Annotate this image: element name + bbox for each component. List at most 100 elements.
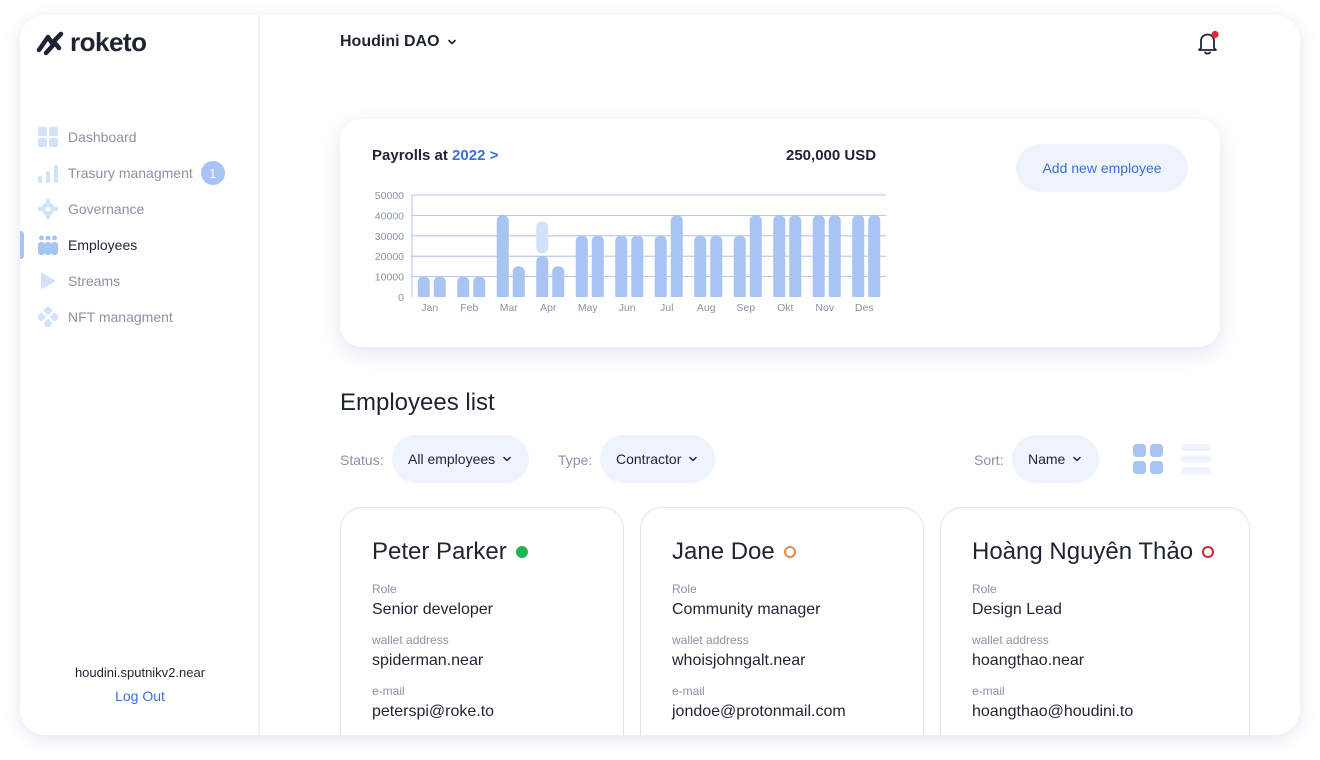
payroll-year-link[interactable]: 2022 > xyxy=(452,147,498,164)
sidebar-item-label: Employees xyxy=(68,237,138,253)
notification-bell-icon[interactable] xyxy=(1196,30,1220,56)
sidebar-item-employees[interactable]: Employees xyxy=(20,227,260,263)
people-icon xyxy=(38,235,58,255)
chart-x-tick-label: Feb xyxy=(460,302,478,314)
employee-card[interactable]: Hoàng Nguyên Thảo Role Design Lead walle… xyxy=(940,507,1250,735)
status-filter-value: All employees xyxy=(408,451,496,467)
chart-x-tick-label: May xyxy=(578,302,599,314)
bar-chart-icon xyxy=(38,163,58,183)
chart-x-tick-label: Mar xyxy=(500,302,519,314)
list-view-icon[interactable] xyxy=(1181,444,1211,474)
payroll-title-prefix: Payrolls at xyxy=(372,147,448,164)
wallet-value: spiderman.near xyxy=(372,652,484,669)
employee-card[interactable]: Jane Doe Role Community manager wallet a… xyxy=(640,507,924,735)
chart-bar xyxy=(812,215,825,301)
sidebar-item-label: Streams xyxy=(68,273,121,289)
employee-name: Hoàng Nguyên Thảo xyxy=(972,538,1194,565)
logout-link[interactable]: Log Out xyxy=(20,688,260,704)
sort-dropdown[interactable]: Name xyxy=(1012,435,1100,483)
chart-bar xyxy=(575,235,588,301)
chart-bar xyxy=(496,215,509,301)
type-filter-value: Contractor xyxy=(616,451,682,467)
chevron-down-icon xyxy=(447,39,456,45)
org-selector[interactable]: Houdini DAO xyxy=(340,33,458,51)
chart-y-tick-label: 20000 xyxy=(375,251,404,263)
chart-baseline-mask xyxy=(413,297,887,303)
main-content: Houdini DAO Payrolls at 2022 > 250,000 U… xyxy=(260,15,1300,735)
chart-bar xyxy=(552,266,565,301)
sidebar-item-governance[interactable]: Governance xyxy=(20,191,260,227)
play-icon xyxy=(38,271,58,291)
gear-icon xyxy=(38,199,58,219)
chart-x-tick-label: Nov xyxy=(815,302,834,314)
status-filter-dropdown[interactable]: All employees xyxy=(392,435,530,483)
filters-bar: Status: All employees Type: Contractor S… xyxy=(340,435,1220,483)
chart-bar xyxy=(631,235,644,301)
wallet-value: hoangthao.near xyxy=(972,652,1085,669)
payroll-title: Payrolls at 2022 > xyxy=(372,147,498,164)
sidebar-item-label: Trasury managment xyxy=(68,165,193,181)
employee-name-row: Hoàng Nguyên Thảo xyxy=(972,538,1218,566)
employee-name: Peter Parker xyxy=(372,538,507,565)
status-online-icon xyxy=(515,546,528,558)
org-name: Houdini DAO xyxy=(340,33,440,50)
email-value: jondoe@protonmail.com xyxy=(672,703,846,720)
role-value: Senior developer xyxy=(372,601,493,618)
chart-x-tick-label: Sep xyxy=(736,302,755,314)
chart-bar xyxy=(654,235,667,301)
email-value: peterspi@roke.to xyxy=(372,703,495,720)
chevron-down-icon xyxy=(689,456,698,462)
chart-bar xyxy=(828,215,841,301)
sidebar-item-label: NFT managment xyxy=(68,309,173,325)
employee-name-row: Peter Parker xyxy=(372,538,592,566)
app-window: roketo Dashboard Trasury managment 1 Gov… xyxy=(20,15,1300,735)
chart-bar xyxy=(773,215,786,301)
add-employee-button[interactable]: Add new employee xyxy=(1016,144,1188,192)
chart-bar xyxy=(591,235,604,301)
chart-x-tick-label: Des xyxy=(855,302,874,314)
employee-name: Jane Doe xyxy=(672,538,775,565)
status-filter-label: Status: xyxy=(340,452,384,468)
email-label: e-mail xyxy=(672,684,705,698)
wallet-value: whoisjohngalt.near xyxy=(672,652,806,669)
notification-badge: 1 xyxy=(200,161,225,185)
wallet-label: wallet address xyxy=(672,633,749,647)
sidebar-item-treasury[interactable]: Trasury managment 1 xyxy=(20,155,260,191)
chart-x-tick-label: Okt xyxy=(777,302,793,314)
chart-x-tick-label: Aug xyxy=(697,302,716,314)
chart-bar xyxy=(789,215,802,301)
payroll-chart: 50000 40000 30000 20000 10000 0 Jan Feb Mar Apr Ma… xyxy=(375,190,887,314)
notification-dot xyxy=(1211,30,1219,39)
chart-y-tick-label: 10000 xyxy=(375,272,404,284)
account-name: houdini.sputnikv2.near xyxy=(74,665,206,680)
role-label: Role xyxy=(972,582,997,596)
grid-icon xyxy=(38,127,58,147)
email-label: e-mail xyxy=(972,684,1005,698)
employee-card[interactable]: Peter Parker Role Senior developer walle… xyxy=(340,507,624,735)
chart-bar-stacked xyxy=(536,221,549,254)
employee-name-row: Jane Doe xyxy=(672,538,892,566)
employees-list-title: Employees list xyxy=(340,389,495,416)
sidebar-item-dashboard[interactable]: Dashboard xyxy=(20,119,260,155)
sort-value: Name xyxy=(1028,451,1066,467)
sidebar-item-label: Governance xyxy=(68,201,145,217)
chart-bar xyxy=(710,235,723,301)
grid-view-icon[interactable] xyxy=(1133,444,1163,474)
status-offline-icon xyxy=(1202,546,1215,558)
sidebar-item-nft[interactable]: NFT managment xyxy=(20,299,260,335)
diamond-icon xyxy=(38,307,58,327)
wallet-label: wallet address xyxy=(372,633,449,647)
chart-x-tick-label: Jan xyxy=(421,302,438,314)
chart-y-tick-label: 40000 xyxy=(375,210,404,222)
payroll-card: Payrolls at 2022 > 250,000 USD 50000 4000… xyxy=(340,119,1220,347)
sidebar-item-streams[interactable]: Streams xyxy=(20,263,260,299)
roketo-logo-icon xyxy=(36,31,64,55)
type-filter-dropdown[interactable]: Contractor xyxy=(600,435,716,483)
role-label: Role xyxy=(672,582,697,596)
brand-name: roketo xyxy=(70,27,147,57)
chart-bar xyxy=(615,235,628,301)
status-away-icon xyxy=(783,546,796,558)
wallet-label: wallet address xyxy=(972,633,1049,647)
logo[interactable]: roketo xyxy=(36,27,147,58)
role-value: Design Lead xyxy=(972,601,1062,618)
